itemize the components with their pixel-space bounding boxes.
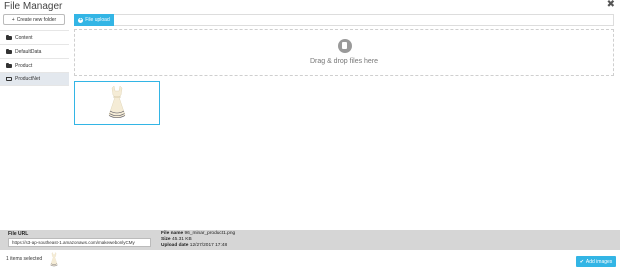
sidebar-item-defaultdata[interactable]: DefaultData — [0, 44, 69, 58]
create-new-folder-button[interactable]: + Create new folder — [3, 14, 65, 25]
file-name-row: File name 96_minar_product1.png — [161, 231, 235, 236]
folder-open-icon — [6, 77, 12, 81]
folder-icon — [6, 34, 12, 40]
upload-bar: + File upload — [74, 14, 614, 26]
sidebar-item-product[interactable]: Product — [0, 58, 69, 72]
sidebar-item-label: Product — [15, 62, 33, 69]
dress-thumbnail — [108, 85, 126, 119]
upload-date-value: 12/27/2017 17:48 — [189, 243, 228, 248]
plus-circle-icon: + — [78, 16, 84, 23]
file-url-field[interactable]: https://s3-ap-southeast-1.amazonaws.com/… — [8, 238, 151, 247]
folder-icon — [6, 48, 12, 54]
size-value: 45.31 KB — [171, 237, 192, 242]
plus-icon: + — [11, 16, 15, 23]
size-label: Size — [161, 237, 171, 242]
check-icon: ✔ — [579, 258, 584, 265]
dropzone-text: Drag & drop files here — [309, 58, 379, 65]
sidebar-item-label: Content — [15, 34, 33, 41]
file-details-bar: File URL https://s3-ap-southeast-1.amazo… — [0, 230, 620, 250]
add-images-button[interactable]: ✔ Add images — [576, 256, 616, 267]
file-upload-button[interactable]: + File upload — [74, 14, 114, 26]
sidebar-item-label: DefaultData — [15, 48, 42, 55]
sidebar-item-productnet[interactable]: ProductNet — [0, 72, 69, 86]
file-icon — [338, 39, 352, 53]
file-thumbnail-card[interactable] — [74, 81, 160, 125]
file-manager-dialog: File Manager ✖ + Create new folder Conte… — [0, 0, 620, 270]
selected-dress-thumbnail — [50, 252, 58, 267]
file-url-label: File URL — [8, 231, 29, 237]
sidebar-item-content[interactable]: Content — [0, 30, 69, 44]
folder-list: Content DefaultData Product ProductNet — [0, 30, 69, 86]
upload-date-row: Upload date 12/27/2017 17:48 — [161, 243, 227, 248]
close-icon[interactable]: ✖ — [607, 0, 615, 10]
file-upload-label: File upload — [85, 17, 110, 23]
selection-bar: 1 items selected ✔ Add images — [0, 252, 620, 270]
dialog-title: File Manager — [4, 1, 63, 12]
file-name-label: File name — [161, 231, 184, 236]
file-name-value: 96_minar_product1.png — [184, 231, 236, 236]
items-selected-text: 1 items selected — [6, 256, 43, 262]
folder-icon — [6, 62, 12, 68]
upload-date-label: Upload date — [161, 243, 189, 248]
dropzone[interactable]: Drag & drop files here — [74, 29, 614, 76]
add-images-label: Add images — [585, 258, 613, 265]
create-new-folder-label: Create new folder — [16, 16, 57, 23]
size-row: Size 45.31 KB — [161, 237, 192, 242]
sidebar-item-label: ProductNet — [15, 76, 41, 82]
